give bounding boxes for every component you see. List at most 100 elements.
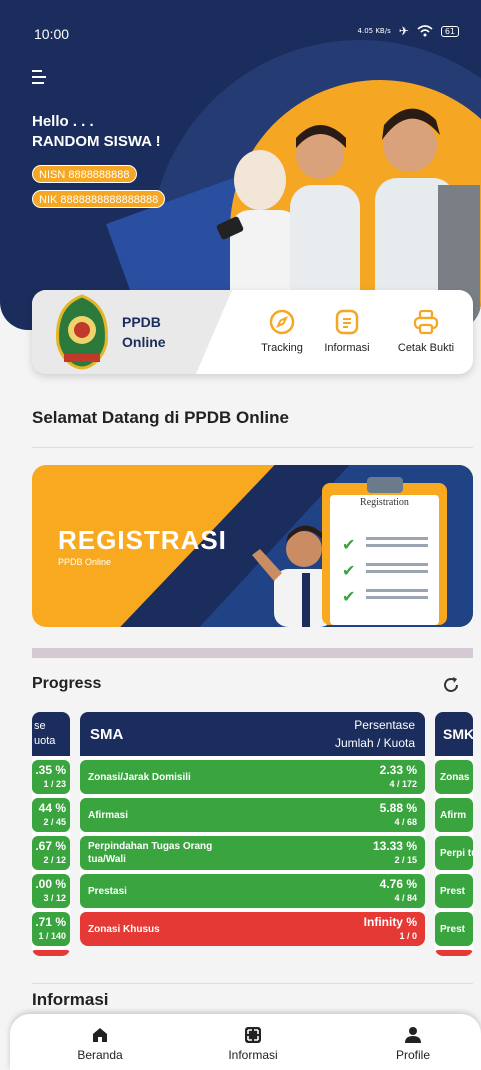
row-quota: 1 / 0 bbox=[399, 931, 417, 941]
table-row: Zonas bbox=[435, 760, 473, 794]
table-row-partial bbox=[32, 950, 70, 956]
check-icon: ✔ bbox=[342, 587, 356, 606]
row-name: Zonasi Khusus bbox=[88, 923, 160, 935]
app-title-line2: Online bbox=[122, 334, 166, 350]
row-name: Prest bbox=[440, 923, 466, 935]
registrasi-banner[interactable]: REGISTRASI PPDB Online Registration ✔ ✔ … bbox=[32, 465, 473, 627]
progress-title: Progress bbox=[32, 675, 102, 692]
expand-icon bbox=[245, 1027, 261, 1043]
banner-title: REGISTRASI bbox=[58, 525, 227, 555]
wifi-icon bbox=[417, 25, 433, 37]
clipboard-illustration: Registration ✔ ✔ ✔ bbox=[322, 477, 447, 625]
row-percent: 44 % bbox=[38, 801, 66, 815]
row-percent: 13.33 % bbox=[372, 839, 417, 853]
header-line: se bbox=[34, 720, 46, 732]
tracking-button[interactable]: Tracking bbox=[252, 308, 312, 354]
app-card: PPDB Online Tracking Informasi Cetak Buk… bbox=[32, 290, 473, 374]
header-percent: Persentase bbox=[354, 718, 415, 732]
nisn-badge: NISN 8888888888 bbox=[32, 165, 137, 183]
table-row: .67 % 2 / 12 bbox=[32, 836, 70, 870]
row-percent: .67 % bbox=[35, 839, 66, 853]
table-row: Afirmasi 5.88 % 4 / 68 bbox=[80, 798, 425, 832]
row-name: Prest bbox=[440, 885, 466, 897]
table-header: SMA Persentase Jumlah / Kuota bbox=[80, 712, 425, 756]
hero-banner: 10:00 4.05 KB/s ✈ 61 Hello . . . RANDOM … bbox=[0, 0, 481, 330]
student-illustration bbox=[252, 525, 334, 627]
welcome-title: Selamat Datang di PPDB Online bbox=[32, 408, 289, 427]
table-row: 44 % 2 / 45 bbox=[32, 798, 70, 832]
table-row: .35 % 1 / 23 bbox=[32, 760, 70, 794]
row-percent: 4.76 % bbox=[379, 877, 417, 891]
row-percent: Infinity % bbox=[363, 915, 417, 929]
row-quota: 3 / 12 bbox=[43, 893, 66, 903]
progress-table-sma[interactable]: SMA Persentase Jumlah / Kuota Zonasi/Jar… bbox=[80, 712, 425, 946]
status-time: 10:00 bbox=[34, 26, 70, 42]
checklist-row: ✔ bbox=[342, 561, 432, 580]
student-name: RANDOM SISWA ! bbox=[32, 133, 161, 150]
row-quota: 4 / 68 bbox=[394, 817, 417, 827]
row-percent: .71 % bbox=[35, 915, 66, 929]
table-row: Prest bbox=[435, 912, 473, 946]
row-quota: 1 / 23 bbox=[43, 779, 66, 789]
printer-icon bbox=[413, 309, 439, 335]
table-row: Prestasi 4.76 % 4 / 84 bbox=[80, 874, 425, 908]
check-icon: ✔ bbox=[342, 535, 356, 554]
row-name: Perpi tua/W bbox=[440, 847, 473, 859]
nav-informasi-label: Informasi bbox=[228, 1048, 278, 1062]
row-quota: 2 / 45 bbox=[43, 817, 66, 827]
table-row: Afirm bbox=[435, 798, 473, 832]
check-icon: ✔ bbox=[342, 561, 356, 580]
row-quota: 1 / 140 bbox=[38, 931, 66, 941]
greeting-text: Hello . . . bbox=[32, 113, 94, 130]
informasi-button[interactable]: Informasi bbox=[312, 308, 382, 354]
app-title-line1: PPDB bbox=[122, 314, 161, 330]
menu-icon[interactable] bbox=[32, 70, 50, 86]
row-name: Afirm bbox=[440, 809, 467, 821]
nav-profile[interactable]: Profile bbox=[373, 1026, 453, 1062]
table-row: Perpindahan Tugas Orang tua/Wali 13.33 % 2… bbox=[80, 836, 425, 870]
table-row: Zonasi Khusus Infinity % 1 / 0 bbox=[80, 912, 425, 946]
school-type: SMK bbox=[443, 726, 473, 742]
section-divider bbox=[32, 648, 473, 658]
school-type: SMA bbox=[90, 726, 124, 743]
informasi-section-title: Informasi bbox=[32, 990, 109, 1009]
progress-table-prev: se uota .35 % 1 / 23 44 % 2 / 45 .67 % 2 / … bbox=[32, 712, 70, 956]
status-icons: 4.05 KB/s ✈ 61 bbox=[358, 24, 459, 38]
nav-profile-label: Profile bbox=[395, 1048, 430, 1062]
clipboard-clip bbox=[367, 477, 403, 493]
compass-icon bbox=[269, 309, 295, 335]
logo-emblem-icon bbox=[56, 294, 108, 370]
row-name: Afirmasi bbox=[88, 809, 129, 821]
nav-informasi[interactable]: Informasi bbox=[213, 1026, 293, 1062]
row-percent: .35 % bbox=[35, 763, 66, 777]
app-card-title: PPDB Online bbox=[122, 312, 166, 352]
progress-table-next: SMK Zonas Afirm Perpi tua/W Prest Prest bbox=[435, 712, 473, 956]
document-icon bbox=[335, 309, 359, 335]
greeting: Hello . . . RANDOM SISWA ! bbox=[32, 112, 161, 152]
nik-badge: NIK 8888888888888888 bbox=[32, 190, 166, 208]
row-percent: 5.88 % bbox=[379, 801, 417, 815]
cetak-bukti-button[interactable]: Cetak Bukti bbox=[386, 308, 466, 354]
tracking-label: Tracking bbox=[261, 342, 303, 354]
header-line: uota bbox=[34, 735, 56, 747]
table-row: Perpi tua/W bbox=[435, 836, 473, 870]
checklist-row: ✔ bbox=[342, 587, 432, 606]
person-icon bbox=[405, 1027, 421, 1043]
airplane-icon: ✈ bbox=[398, 24, 409, 38]
row-name: Zonasi/Jarak Domisili bbox=[88, 771, 191, 783]
table-row-partial bbox=[435, 950, 473, 956]
bottom-navigation: Beranda Informasi Profile bbox=[10, 1014, 481, 1070]
home-icon bbox=[93, 1028, 107, 1042]
refresh-icon[interactable] bbox=[441, 675, 461, 695]
banner-subtitle: PPDB Online bbox=[58, 557, 112, 567]
row-percent: .00 % bbox=[35, 877, 66, 891]
nav-beranda[interactable]: Beranda bbox=[60, 1026, 140, 1062]
status-bar: 10:00 4.05 KB/s ✈ 61 bbox=[0, 0, 481, 60]
row-quota: 2 / 12 bbox=[43, 855, 66, 865]
divider bbox=[32, 983, 473, 984]
header-quota: Jumlah / Kuota bbox=[334, 736, 415, 750]
row-name: Zonas bbox=[440, 771, 470, 783]
informasi-label: Informasi bbox=[324, 342, 370, 354]
row-name: Prestasi bbox=[88, 885, 127, 897]
row-quota: 2 / 15 bbox=[394, 855, 417, 865]
